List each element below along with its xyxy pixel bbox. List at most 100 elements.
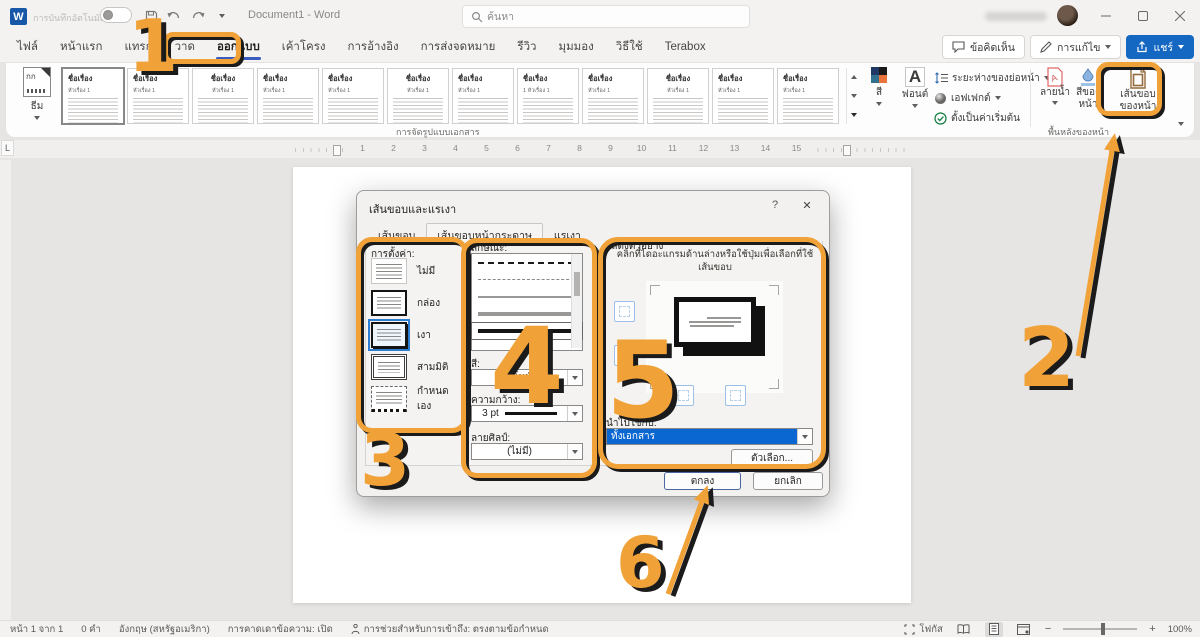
style-set-thumbnail[interactable]: ชื่อเรื่อง หัวเรื่อง 1 (582, 68, 644, 124)
minimize-button[interactable] (1089, 0, 1123, 32)
style-set-thumbnail[interactable]: ชื่อเรื่อง หัวเรื่อง 1 (322, 68, 384, 124)
themes-button[interactable]: กก ธีม (16, 67, 58, 129)
corner-mark (769, 285, 779, 295)
page-borders-button[interactable]: เส้นขอบ ของหน้า (1112, 67, 1164, 112)
ribbon-tab[interactable]: วิธีใช้ (605, 32, 654, 62)
zoom-slider[interactable] (1063, 628, 1137, 630)
art-dropdown[interactable]: (ไม่มี) (471, 443, 583, 460)
close-button[interactable] (1163, 0, 1197, 32)
watermark-button[interactable]: A ลายน้ำ (1036, 67, 1074, 105)
ribbon-tab[interactable]: เค้าโครง (271, 32, 337, 62)
setting-option[interactable]: สามมิติ (371, 353, 461, 381)
ribbon-tab[interactable]: Terabox (654, 32, 717, 62)
top-border-toggle[interactable] (614, 301, 635, 322)
redo-icon[interactable] (188, 7, 208, 25)
editing-button[interactable]: การแก้ไข (1030, 35, 1121, 59)
right-border-toggle[interactable] (725, 385, 746, 406)
left-border-toggle[interactable] (673, 385, 694, 406)
style-set-thumbnail[interactable]: ชื่อเรื่อง หัวเรื่อง 1 (62, 68, 124, 124)
read-mode-icon[interactable] (955, 622, 973, 637)
ribbon-tab[interactable]: แทรก (113, 32, 163, 62)
line-style-list[interactable] (471, 253, 583, 351)
zoom-percentage[interactable]: 100% (1168, 624, 1192, 635)
ok-button[interactable]: ตกลง (664, 472, 741, 490)
bottom-border-toggle[interactable] (614, 345, 635, 366)
status-item[interactable]: หน้า 1 จาก 1 (10, 622, 63, 637)
theme-colors-button[interactable]: สี (863, 67, 895, 106)
apply-to-dropdown[interactable]: ทั้งเอกสาร (606, 428, 813, 445)
web-layout-icon[interactable] (1015, 622, 1033, 637)
left-indent-marker[interactable] (333, 145, 341, 156)
status-item[interactable]: การคาดเดาข้อความ: เปิด (228, 622, 333, 637)
gallery-scroll-down-icon[interactable] (847, 87, 860, 106)
vertical-ruler[interactable] (0, 160, 11, 620)
zoom-out-icon[interactable]: − (1045, 623, 1051, 635)
status-item[interactable]: อังกฤษ (สหรัฐอเมริกา) (119, 622, 210, 637)
user-avatar[interactable] (1057, 5, 1078, 26)
thumbnail-heading: หัวเรื่อง 1 (393, 87, 443, 95)
undo-icon[interactable] (164, 7, 184, 25)
gallery-expand-icon[interactable] (847, 105, 860, 124)
style-set-thumbnail[interactable]: ชื่อเรื่อง หัวเรื่อง 1 (452, 68, 514, 124)
save-icon[interactable] (141, 7, 161, 25)
gallery-scroll-up-icon[interactable] (847, 68, 860, 87)
comments-button[interactable]: ข้อคิดเห็น (942, 35, 1025, 59)
right-indent-marker[interactable] (843, 145, 851, 156)
page-color-button[interactable]: สีของ หน้า (1070, 67, 1106, 110)
set-default-button[interactable]: ตั้งเป็นค่าเริ่มต้น (934, 108, 1050, 128)
style-set-thumbnail[interactable]: ชื่อเรื่อง หัวเรื่อง 1 (712, 68, 774, 124)
style-set-thumbnail[interactable]: ชื่อเรื่อง หัวเรื่อง 1 (647, 68, 709, 124)
style-set-thumbnail[interactable]: ชื่อเรื่อง 1 หัวเรื่อง 1 (517, 68, 579, 124)
page-borders-icon (1128, 67, 1148, 89)
style-set-thumbnail[interactable]: ชื่อเรื่อง หัวเรื่อง 1 (257, 68, 319, 124)
status-item[interactable]: 0 คำ (81, 622, 101, 637)
horizontal-ruler[interactable]: 123456789101112131415 (0, 140, 1200, 158)
setting-option[interactable]: ไม่มี (371, 257, 461, 285)
autosave-toggle[interactable] (100, 7, 132, 23)
setting-option[interactable]: กำหนดเอง (371, 385, 461, 413)
zoom-slider-thumb[interactable] (1101, 623, 1105, 635)
ribbon-tab[interactable]: การอ้างอิง (337, 32, 410, 62)
print-layout-icon[interactable] (985, 622, 1003, 637)
line-style-option[interactable] (471, 322, 583, 340)
collapse-ribbon-icon[interactable] (1178, 113, 1184, 131)
line-style-option[interactable] (472, 271, 582, 288)
theme-fonts-button[interactable]: A ฟอนต์ (898, 67, 932, 108)
options-button[interactable]: ตัวเลือก... (731, 449, 813, 467)
quick-access-caret-icon[interactable] (212, 7, 232, 25)
ruler-number: 15 (781, 143, 812, 153)
search-box[interactable]: ค้นหา (462, 5, 750, 28)
accessibility-status[interactable]: การช่วยสำหรับการเข้าถึง: ตรงตามข้อกำหนด (351, 622, 549, 637)
thumbnail-title: ชื่อเรื่อง (133, 73, 183, 85)
line-style-option[interactable] (472, 288, 582, 305)
share-button[interactable]: แชร์ (1126, 35, 1194, 59)
color-dropdown[interactable]: อัตโนมัติ (471, 369, 583, 386)
style-set-thumbnail[interactable]: ชื่อเรื่อง หัวเรื่อง 1 (777, 68, 839, 124)
width-dropdown[interactable]: 3 pt (471, 405, 583, 422)
maximize-button[interactable] (1126, 0, 1160, 32)
ribbon-tab[interactable]: รีวิว (506, 32, 547, 62)
ribbon-tab[interactable]: หน้าแรก (49, 32, 113, 62)
zoom-in-icon[interactable]: + (1149, 623, 1155, 635)
dialog-help-icon[interactable]: ? (767, 199, 783, 211)
style-set-thumbnail[interactable]: ชื่อเรื่อง หัวเรื่อง 1 (387, 68, 449, 124)
style-set-thumbnail[interactable]: ชื่อเรื่อง หัวเรื่อง 1 (192, 68, 254, 124)
ribbon-tab[interactable]: มุมมอง (548, 32, 605, 62)
setting-option[interactable]: กล่อง (371, 289, 461, 317)
tab-stop-selector[interactable]: L (1, 140, 14, 156)
focus-button[interactable]: โฟกัส (904, 622, 942, 637)
ribbon-tab[interactable]: การส่งจดหมาย (410, 32, 507, 62)
setting-option[interactable]: เงา (371, 321, 461, 349)
style-list-scrollbar[interactable] (571, 254, 582, 348)
paragraph-spacing-button[interactable]: ระยะห่างของย่อหน้า (934, 68, 1050, 88)
ribbon-tab[interactable]: ไฟล์ (6, 32, 49, 62)
line-style-option[interactable] (472, 305, 582, 322)
style-set-thumbnail[interactable]: ชื่อเรื่อง หัวเรื่อง 1 (127, 68, 189, 124)
ribbon-tab[interactable]: วาด (164, 32, 206, 62)
line-style-option[interactable] (472, 254, 582, 271)
cancel-button[interactable]: ยกเลิก (753, 472, 823, 490)
ribbon-tab[interactable]: ออกแบบ (206, 32, 271, 62)
dialog-close-icon[interactable]: ✕ (799, 199, 815, 212)
border-preview-diagram[interactable] (646, 281, 783, 393)
effects-button[interactable]: เอฟเฟกต์ (934, 88, 1050, 108)
